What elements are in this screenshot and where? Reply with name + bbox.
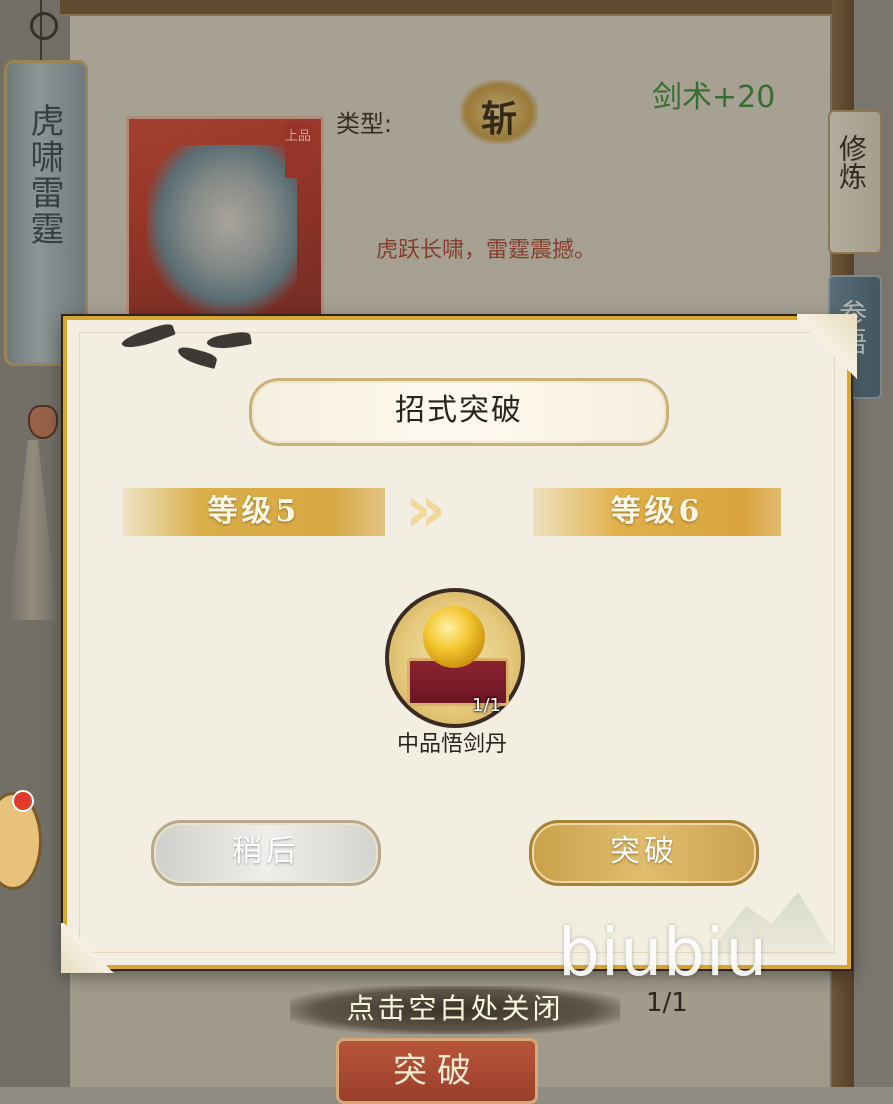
watermark-text: biubiu	[558, 914, 769, 991]
item-count: 1/1	[472, 695, 501, 716]
breakthrough-confirm-button[interactable]: 突破	[529, 820, 759, 886]
material-item-slot[interactable]: 1/1	[385, 588, 525, 728]
page-fold-top-right	[797, 314, 857, 384]
later-button[interactable]: 稍后	[151, 820, 381, 886]
item-name: 中品悟剑丹	[396, 732, 507, 757]
golden-orb-icon	[423, 606, 485, 668]
dialog-title: 招式突破	[395, 393, 523, 428]
level-next-band: 等级6	[533, 488, 781, 536]
double-arrow-icon: »	[405, 473, 446, 547]
level-next: 等级6	[610, 494, 704, 529]
level-current: 等级5	[207, 494, 301, 529]
footer-count: 1/1	[646, 988, 688, 1018]
dialog-title-plate: 招式突破	[249, 378, 669, 446]
breakthrough-button[interactable]: 突破	[336, 1038, 538, 1104]
level-current-band: 等级5	[123, 488, 385, 536]
notification-dot-icon	[12, 790, 34, 812]
breakthrough-dialog: 招式突破 等级5 » 等级6 1/1 中品悟剑丹 稍后 突破	[61, 314, 857, 973]
page-fold-bottom-left	[61, 923, 116, 973]
close-hint: 点击空白处关闭	[290, 986, 620, 1034]
